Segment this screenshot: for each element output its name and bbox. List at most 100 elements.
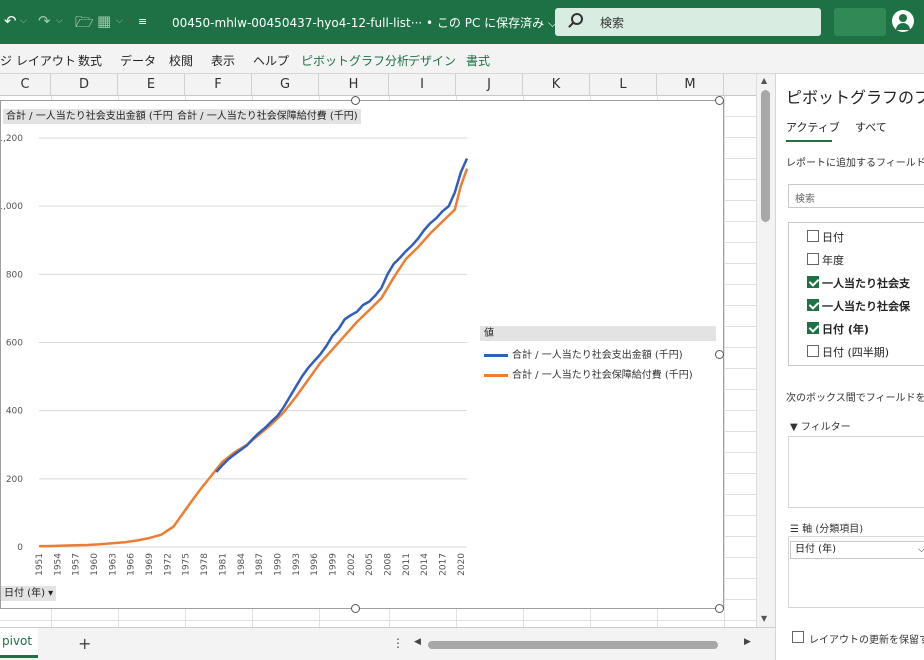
checkbox[interactable] — [807, 230, 819, 242]
x-tick-label: 1987 — [255, 553, 265, 576]
field-item[interactable]: 一人当たり社会保 — [807, 298, 910, 314]
tab-formulas[interactable]: 数式 — [78, 52, 102, 69]
y-tick-label: 200 — [6, 475, 23, 485]
scroll-down-icon[interactable]: ▼ — [761, 614, 767, 623]
defer-label: レイアウトの更新を保留す — [809, 635, 924, 646]
tab-format[interactable]: 書式 — [466, 52, 490, 69]
x-tick-label: 1999 — [328, 553, 338, 576]
resize-handle[interactable] — [351, 96, 360, 105]
x-tick-label: 1981 — [218, 553, 228, 576]
x-tick-label: 2011 — [402, 553, 412, 576]
x-tick-label: 1966 — [127, 553, 137, 576]
x-tick-label: 2002 — [347, 553, 357, 576]
horizontal-scrollbar[interactable] — [428, 641, 718, 649]
x-tick-label: 1996 — [310, 553, 320, 576]
checkbox[interactable] — [807, 345, 819, 357]
field-item[interactable]: 日付 (四半期) — [807, 344, 889, 360]
customize-icon[interactable]: ≡ — [138, 15, 147, 28]
legend-label: 合計 / 一人当たり社会支出金額 (千円) — [512, 350, 683, 361]
x-tick-label: 1957 — [72, 553, 82, 576]
avatar[interactable] — [892, 10, 914, 32]
scroll-thumb[interactable] — [761, 90, 770, 222]
tab-review[interactable]: 校閲 — [169, 52, 193, 69]
column-header[interactable]: D — [51, 74, 118, 96]
field-item[interactable]: 一人当たり社会支 — [807, 275, 910, 291]
field-search-input[interactable]: 検索 — [788, 184, 924, 208]
tab-page-layout[interactable]: ジ レイアウト — [0, 52, 76, 69]
tab-active[interactable]: アクティブ — [786, 119, 840, 135]
column-header[interactable]: C — [0, 74, 51, 96]
column-header[interactable]: M — [657, 74, 724, 96]
scroll-right-icon[interactable]: ▶ — [744, 637, 751, 647]
resize-handle[interactable] — [715, 350, 724, 359]
document-title[interactable]: 00450-mhlw-00450437-hyo4-12-full-list···… — [172, 14, 557, 31]
undo-icon[interactable]: ↶ — [4, 12, 17, 30]
title-bar: ↶ ⌵ ↷ ⌵ 🗁 ▦ ⌵ ≡ 00450-mhlw-00450437-hyo4… — [0, 0, 924, 44]
filter-drop-area[interactable] — [788, 436, 924, 508]
tab-help[interactable]: ヘルプ — [253, 52, 289, 69]
column-header[interactable]: G — [252, 74, 319, 96]
column-header[interactable]: H — [319, 74, 389, 96]
y-tick-label: 1,200 — [1, 134, 23, 144]
column-header[interactable]: J — [456, 74, 523, 96]
column-header[interactable]: F — [185, 74, 252, 96]
legend-swatch-blue — [484, 353, 508, 357]
x-tick-label: 2014 — [420, 553, 430, 576]
x-tick-label: 1972 — [163, 553, 173, 576]
checkbox[interactable] — [792, 631, 804, 643]
checkbox-checked[interactable] — [807, 299, 819, 311]
tab-view[interactable]: 表示 — [211, 52, 235, 69]
add-sheet-button[interactable]: + — [78, 634, 91, 653]
tab-all[interactable]: すべて — [855, 119, 887, 135]
x-tick-label: 1975 — [182, 553, 192, 576]
column-header[interactable]: E — [118, 74, 185, 96]
redo-icon[interactable]: ↷ — [38, 12, 51, 30]
field-item[interactable]: 日付 — [807, 229, 844, 245]
x-tick-label: 1969 — [145, 553, 155, 576]
x-tick-label: 1978 — [200, 553, 210, 576]
undo-dropdown-icon[interactable]: ⌵ — [20, 16, 27, 26]
sheet-tab-pivot[interactable]: pivot — [0, 628, 38, 658]
scroll-left-icon[interactable]: ◀ — [414, 637, 421, 647]
pivot-chart[interactable]: 合計 / 一人当たり社会支出金額 (千円) 合計 / 一人当たり社会保障給付費 … — [0, 96, 724, 613]
x-tick-label: 2008 — [384, 553, 394, 576]
more-options-icon[interactable]: ⋮ — [392, 636, 404, 650]
column-header[interactable]: K — [523, 74, 590, 96]
drop-hint: 次のボックス間でフィールドをドラ — [786, 393, 924, 404]
x-tick-label: 1993 — [292, 553, 302, 576]
open-folder-icon[interactable]: 🗁 — [75, 12, 94, 37]
axis-icon: ☰ — [790, 524, 803, 535]
account-button[interactable] — [834, 8, 886, 36]
legend-label: 合計 / 一人当たり社会保障給付費 (千円) — [512, 370, 693, 381]
legend-swatch-orange — [484, 373, 508, 377]
redo-dropdown-icon[interactable]: ⌵ — [56, 16, 63, 26]
tab-pivotchart-analyze[interactable]: ピボットグラフ分析 — [301, 52, 409, 69]
checkbox-checked[interactable] — [807, 322, 819, 334]
x-tick-label: 1990 — [273, 553, 283, 576]
tab-design[interactable]: デザイン — [408, 52, 456, 69]
axis-field-button[interactable]: 日付 (年) ▾ — [1, 586, 57, 601]
table-dropdown-icon[interactable]: ⌵ — [116, 16, 123, 26]
scroll-up-icon[interactable]: ▲ — [761, 76, 767, 85]
series-line — [38, 168, 469, 548]
tab-data[interactable]: データ — [120, 52, 156, 69]
filter-icon: ▼ — [790, 422, 801, 433]
axis-field-chip[interactable]: 日付 (年) ⌵ — [790, 541, 924, 559]
column-headers: C D E F G H I J K L M — [0, 74, 775, 96]
chevron-down-icon[interactable]: ⌵ — [918, 542, 924, 558]
vertical-scrollbar[interactable]: ▲ ▼ — [756, 74, 775, 627]
column-header[interactable]: I — [389, 74, 456, 96]
checkbox[interactable] — [807, 253, 819, 265]
search-box[interactable]: 検索 — [555, 8, 821, 36]
x-tick-label: 1984 — [237, 553, 247, 576]
filter-area-header: ▼ フィルター — [790, 422, 851, 433]
column-header[interactable]: L — [590, 74, 657, 96]
field-item[interactable]: 年度 — [807, 252, 844, 268]
field-item[interactable]: 日付 (年) — [807, 321, 869, 337]
resize-handle[interactable] — [351, 604, 360, 613]
checkbox-checked[interactable] — [807, 276, 819, 288]
table-icon[interactable]: ▦ — [97, 12, 111, 30]
legend-item: 合計 / 一人当たり社会支出金額 (千円) — [484, 346, 683, 361]
resize-handle[interactable] — [715, 604, 724, 613]
resize-handle[interactable] — [715, 96, 724, 105]
